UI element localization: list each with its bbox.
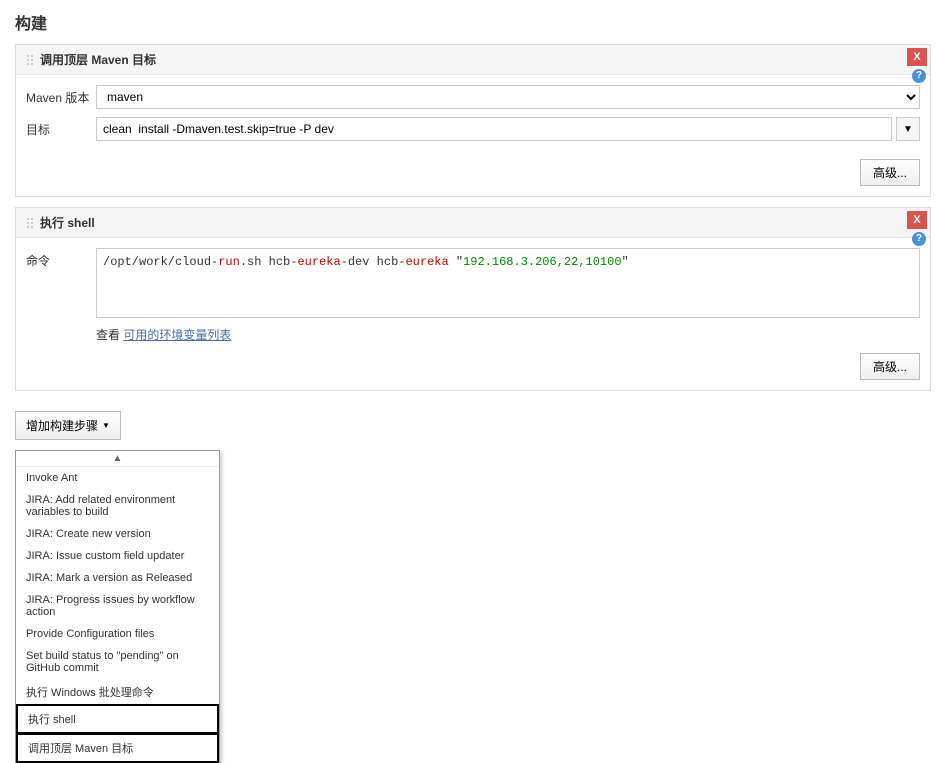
expand-goals-button[interactable]: ▼ <box>896 117 920 141</box>
page-title: 构建 <box>0 0 946 44</box>
env-variables-link[interactable]: 可用的环境变量列表 <box>123 328 231 342</box>
maven-section: X ? 调用顶层 Maven 目标 Maven 版本 maven 目标 ▼ 高级… <box>15 44 931 197</box>
maven-version-select[interactable]: maven <box>96 85 920 109</box>
dropdown-item-config-files[interactable]: Provide Configuration files <box>16 623 219 645</box>
add-build-step-button[interactable]: 增加构建步骤 ▼ <box>15 411 121 440</box>
dropdown-item-execute-shell[interactable]: 执行 shell <box>16 704 219 734</box>
maven-version-label: Maven 版本 <box>26 85 96 106</box>
env-link-prefix: 查看 <box>96 328 123 342</box>
delete-maven-button[interactable]: X <box>907 48 927 66</box>
help-icon[interactable]: ? <box>912 232 926 246</box>
shell-section-title: 执行 shell <box>40 214 95 231</box>
maven-section-title: 调用顶层 Maven 目标 <box>40 51 156 68</box>
dropdown-item-jira-released[interactable]: JIRA: Mark a version as Released <box>16 567 219 589</box>
dropdown-item-windows-batch[interactable]: 执行 Windows 批处理命令 <box>16 679 219 705</box>
dropdown-item-maven-top[interactable]: 调用顶层 Maven 目标 <box>16 733 219 763</box>
caret-down-icon: ▼ <box>102 421 110 430</box>
dropdown-item-jira-field[interactable]: JIRA: Issue custom field updater <box>16 545 219 567</box>
dropdown-item-github-pending[interactable]: Set build status to "pending" on GitHub … <box>16 645 219 679</box>
shell-section-header[interactable]: 执行 shell <box>16 208 930 238</box>
dropdown-item-jira-env[interactable]: JIRA: Add related environment variables … <box>16 489 219 523</box>
maven-goals-label: 目标 <box>26 117 96 138</box>
drag-handle-icon[interactable] <box>26 54 34 66</box>
help-icon[interactable]: ? <box>912 69 926 83</box>
shell-section: X ? 执行 shell 命令 /opt/work/cloud-run.sh h… <box>15 207 931 391</box>
shell-command-textarea[interactable]: /opt/work/cloud-run.sh hcb-eureka-dev hc… <box>96 248 920 318</box>
shell-advanced-button[interactable]: 高级... <box>860 353 920 380</box>
add-step-dropdown: ▲ Invoke Ant JIRA: Add related environme… <box>15 450 220 763</box>
maven-goals-input[interactable] <box>96 117 892 141</box>
scroll-up-icon[interactable]: ▲ <box>16 451 219 467</box>
dropdown-item-jira-workflow[interactable]: JIRA: Progress issues by workflow action <box>16 589 219 623</box>
delete-shell-button[interactable]: X <box>907 211 927 229</box>
drag-handle-icon[interactable] <box>26 217 34 229</box>
dropdown-item-jira-version[interactable]: JIRA: Create new version <box>16 523 219 545</box>
dropdown-item-invoke-ant[interactable]: Invoke Ant <box>16 467 219 489</box>
maven-section-header[interactable]: 调用顶层 Maven 目标 <box>16 45 930 75</box>
maven-advanced-button[interactable]: 高级... <box>860 159 920 186</box>
shell-command-label: 命令 <box>26 248 96 269</box>
